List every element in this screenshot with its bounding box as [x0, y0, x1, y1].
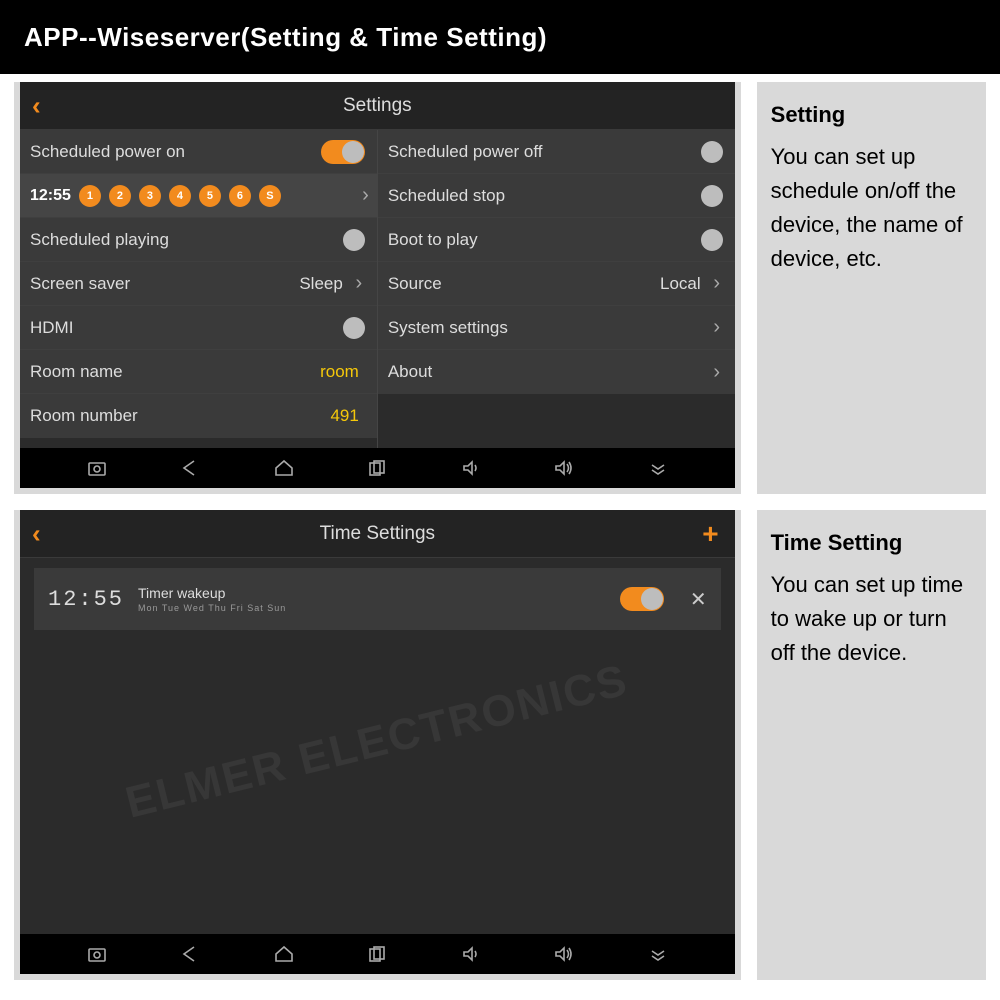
- toggle-timer[interactable]: [620, 587, 664, 611]
- row-hdmi[interactable]: HDMI: [20, 306, 377, 350]
- radio-stop[interactable]: [701, 185, 723, 207]
- row-system-settings[interactable]: System settings ›: [378, 306, 735, 350]
- screenshot-icon[interactable]: [85, 456, 109, 480]
- recents-icon[interactable]: [365, 942, 389, 966]
- screenshot-icon[interactable]: [85, 942, 109, 966]
- watermark: ELMER ELECTRONICS: [121, 655, 633, 828]
- day-badge: 3: [139, 185, 161, 207]
- row-room-number[interactable]: Room number 491: [20, 394, 377, 438]
- row-about[interactable]: About ›: [378, 350, 735, 394]
- close-icon[interactable]: ✕: [690, 587, 707, 612]
- settings-screen: ‹ Settings Scheduled power on 12:55 1 2 …: [14, 82, 741, 494]
- info-time-settings: Time Setting You can set up time to wake…: [757, 510, 986, 980]
- page-title: APP--Wiseserver(Setting & Time Setting): [0, 0, 1000, 74]
- back-nav-icon[interactable]: [178, 942, 202, 966]
- toggle-power-on[interactable]: [321, 140, 365, 164]
- chevron-right-icon: ›: [711, 316, 723, 339]
- settings-header-title: Settings: [343, 95, 412, 117]
- settings-right-column: Scheduled power off Scheduled stop Boot …: [377, 130, 735, 448]
- radio-boot[interactable]: [701, 229, 723, 251]
- label-power-on: Scheduled power on: [30, 142, 321, 162]
- back-icon[interactable]: ‹: [32, 518, 41, 549]
- collapse-icon[interactable]: [646, 942, 670, 966]
- label-boot: Boot to play: [388, 230, 701, 250]
- radio-power-off[interactable]: [701, 141, 723, 163]
- day-badge: 2: [109, 185, 131, 207]
- timer-title: Timer wakeup: [138, 585, 286, 601]
- volume-down-icon[interactable]: [459, 456, 483, 480]
- chevron-right-icon: ›: [362, 184, 369, 207]
- home-icon[interactable]: [272, 456, 296, 480]
- label-playing: Scheduled playing: [30, 230, 343, 250]
- timer-days: Mon Tue Wed Thu Fri Sat Sun: [138, 603, 286, 613]
- row-source[interactable]: Source Local ›: [378, 262, 735, 306]
- row-scheduled-stop[interactable]: Scheduled stop: [378, 174, 735, 218]
- label-system: System settings: [388, 318, 707, 338]
- radio-hdmi[interactable]: [343, 317, 365, 339]
- row-room-name[interactable]: Room name room: [20, 350, 377, 394]
- label-about: About: [388, 362, 707, 382]
- day-badge: 4: [169, 185, 191, 207]
- time-settings-header: ‹ Time Settings +: [20, 510, 735, 558]
- timer-row[interactable]: 12:55 Timer wakeup Mon Tue Wed Thu Fri S…: [34, 568, 721, 630]
- android-navbar: [20, 934, 735, 974]
- info-settings-title: Setting: [771, 98, 972, 132]
- home-icon[interactable]: [272, 942, 296, 966]
- row-scheduled-playing[interactable]: Scheduled playing: [20, 218, 377, 262]
- label-stop: Scheduled stop: [388, 186, 701, 206]
- chevron-right-icon: ›: [353, 272, 365, 295]
- back-icon[interactable]: ‹: [32, 90, 41, 121]
- settings-left-column: Scheduled power on 12:55 1 2 3 4 5 6 S ›: [20, 130, 377, 448]
- time-settings-screen: ‹ Time Settings + 12:55 Timer wakeup Mon…: [14, 510, 741, 980]
- day-badge: 6: [229, 185, 251, 207]
- day-badge: 1: [79, 185, 101, 207]
- label-room-number: Room number: [30, 406, 330, 426]
- day-badge: 5: [199, 185, 221, 207]
- radio-playing[interactable]: [343, 229, 365, 251]
- value-source: Local: [660, 274, 701, 294]
- chevron-right-icon: ›: [711, 272, 723, 295]
- collapse-icon[interactable]: [646, 456, 670, 480]
- info-time-body: You can set up time to wake up or turn o…: [771, 568, 972, 670]
- label-source: Source: [388, 274, 660, 294]
- row-schedule-days[interactable]: 12:55 1 2 3 4 5 6 S ›: [20, 174, 377, 218]
- android-navbar: [20, 448, 735, 488]
- value-room-name: room: [320, 362, 359, 382]
- timer-clock: 12:55: [48, 587, 124, 612]
- schedule-time: 12:55: [30, 187, 71, 205]
- volume-down-icon[interactable]: [459, 942, 483, 966]
- row-scheduled-power-on[interactable]: Scheduled power on: [20, 130, 377, 174]
- value-screen-saver: Sleep: [299, 274, 342, 294]
- add-icon[interactable]: +: [702, 518, 718, 550]
- value-room-number: 491: [330, 406, 358, 426]
- volume-up-icon[interactable]: [552, 942, 576, 966]
- label-room-name: Room name: [30, 362, 320, 382]
- row-screen-saver[interactable]: Screen saver Sleep ›: [20, 262, 377, 306]
- settings-header: ‹ Settings: [20, 82, 735, 130]
- row-scheduled-power-off[interactable]: Scheduled power off: [378, 130, 735, 174]
- info-settings: Setting You can set up schedule on/off t…: [757, 82, 986, 494]
- info-time-title: Time Setting: [771, 526, 972, 560]
- back-nav-icon[interactable]: [178, 456, 202, 480]
- label-screen-saver: Screen saver: [30, 274, 299, 294]
- info-settings-body: You can set up schedule on/off the devic…: [771, 140, 972, 276]
- time-settings-title: Time Settings: [320, 523, 435, 545]
- chevron-right-icon: ›: [711, 361, 723, 384]
- recents-icon[interactable]: [365, 456, 389, 480]
- label-power-off: Scheduled power off: [388, 142, 701, 162]
- day-badge: S: [259, 185, 281, 207]
- label-hdmi: HDMI: [30, 318, 343, 338]
- row-boot-to-play[interactable]: Boot to play: [378, 218, 735, 262]
- volume-up-icon[interactable]: [552, 456, 576, 480]
